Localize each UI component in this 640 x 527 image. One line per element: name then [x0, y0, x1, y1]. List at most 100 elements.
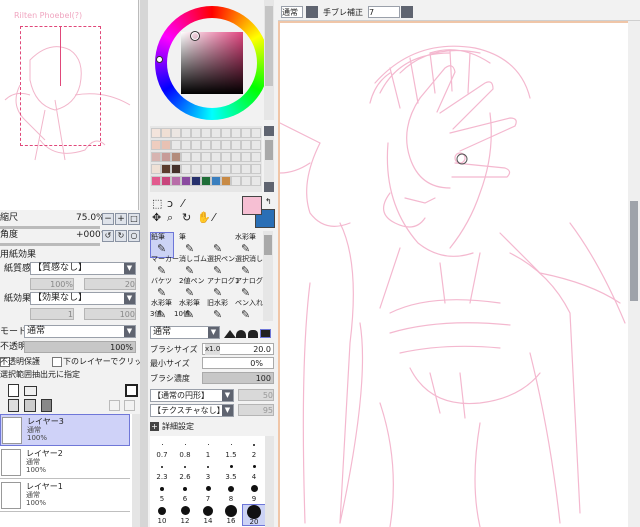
- zoom-out-button[interactable]: −: [102, 213, 114, 225]
- palette-swatch[interactable]: [161, 164, 171, 174]
- palette-swatch[interactable]: [161, 128, 171, 138]
- palette-swatch[interactable]: [211, 152, 221, 162]
- color-picker-cursor[interactable]: [190, 31, 200, 41]
- layer-list-scrollbar[interactable]: [132, 414, 140, 527]
- layer-panel-toggle-icon[interactable]: [125, 384, 138, 397]
- palette-swatch[interactable]: [211, 128, 221, 138]
- saturation-value-square[interactable]: [181, 32, 243, 94]
- stroke-mode-select[interactable]: 通常: [281, 6, 303, 18]
- palette-swatch[interactable]: [191, 152, 201, 162]
- palette-swatch[interactable]: [201, 140, 211, 150]
- stabilizer-value[interactable]: 7: [368, 6, 400, 18]
- layer-opacity-slider[interactable]: 100%: [24, 341, 136, 353]
- angle-slider[interactable]: [0, 243, 100, 246]
- tool-inking-pen[interactable]: ペン入れ ✎: [234, 298, 263, 324]
- palette-swatch[interactable]: [181, 176, 191, 186]
- palette-swatch[interactable]: [241, 140, 251, 150]
- brush-size-preset[interactable]: 10: [150, 504, 174, 526]
- trash-icon[interactable]: [41, 399, 52, 412]
- palette-swatch[interactable]: [161, 140, 171, 150]
- palette-swatch[interactable]: [191, 164, 201, 174]
- rotate-reset-button[interactable]: ○: [128, 230, 140, 242]
- brush-size-field[interactable]: x1.0 20.0: [202, 343, 274, 355]
- stroke-mode-dropdown[interactable]: [306, 6, 318, 18]
- palette-swatch[interactable]: [181, 152, 191, 162]
- zoom-icon[interactable]: ⌕: [167, 212, 173, 223]
- brush-size-preset[interactable]: 1.5: [219, 438, 243, 460]
- clip-checkbox[interactable]: [52, 357, 62, 367]
- palette-swatch[interactable]: [151, 152, 161, 162]
- min-size-field[interactable]: 0%: [202, 357, 274, 369]
- zoom-reset-button[interactable]: □: [128, 213, 140, 225]
- palette-swatch[interactable]: [181, 140, 191, 150]
- palette-swatch[interactable]: [251, 140, 261, 150]
- palette-swatch[interactable]: [231, 152, 241, 162]
- paper-texture-select[interactable]: 【質感なし】 ▼: [30, 262, 136, 275]
- brush-size-preset[interactable]: 3.5: [219, 460, 243, 482]
- primary-color-swatch[interactable]: [242, 196, 262, 215]
- advanced-settings-toggle[interactable]: + 詳細設定: [150, 421, 230, 433]
- palette-swatch[interactable]: [221, 128, 231, 138]
- palette-swatch[interactable]: [191, 176, 201, 186]
- brush-size-preset[interactable]: 5: [150, 482, 174, 504]
- palette-swatch[interactable]: [181, 128, 191, 138]
- transfer-down-icon[interactable]: [8, 399, 19, 412]
- palette-swatch[interactable]: [221, 140, 231, 150]
- palette-swatch[interactable]: [241, 164, 251, 174]
- canvas-scrollbar[interactable]: [628, 21, 640, 527]
- palette-swatch[interactable]: [231, 164, 241, 174]
- palette-swatch[interactable]: [181, 164, 191, 174]
- brush-size-preset[interactable]: 6: [173, 482, 197, 504]
- palette-swatch[interactable]: [211, 176, 221, 186]
- palette-swatch[interactable]: [171, 140, 181, 150]
- palette-swatch[interactable]: [151, 140, 161, 150]
- palette-swatch[interactable]: [201, 176, 211, 186]
- rotate-icon[interactable]: ↻: [182, 212, 191, 223]
- brush-shape-select[interactable]: 【通常の円形】 ▼: [150, 389, 234, 402]
- brush-size-preset[interactable]: 0.8: [173, 438, 197, 460]
- palette-swatch[interactable]: [241, 176, 251, 186]
- rotate-left-button[interactable]: ↺: [102, 230, 114, 242]
- palette-swatch[interactable]: [201, 128, 211, 138]
- rect-select-icon[interactable]: ⬚: [152, 198, 162, 209]
- palette-swatch[interactable]: [191, 140, 201, 150]
- tool-scroll-thumb[interactable]: [264, 235, 272, 255]
- palette-swatch[interactable]: [221, 176, 231, 186]
- palette-swatch[interactable]: [251, 152, 261, 162]
- palette-swatch[interactable]: [251, 128, 261, 138]
- layer-mode-select[interactable]: 通常 ▼: [24, 325, 136, 338]
- palette-swatch[interactable]: [171, 152, 181, 162]
- paper-value-b[interactable]: 20: [84, 278, 136, 290]
- brush-texture-select[interactable]: 【テクスチャなし】 ▼: [150, 404, 234, 417]
- brush-size-preset[interactable]: 7: [196, 482, 220, 504]
- layer-row[interactable]: レイヤー2 通常 100%: [0, 447, 130, 479]
- brush-size-preset[interactable]: 2.6: [173, 460, 197, 482]
- canvas-scroll-thumb[interactable]: [630, 201, 638, 301]
- zoom-in-button[interactable]: +: [115, 213, 127, 225]
- palette-swatch[interactable]: [151, 176, 161, 186]
- brush-edge-shapes[interactable]: [224, 326, 274, 339]
- tool-old-watercolor[interactable]: 旧水彩 ✎: [206, 298, 230, 324]
- palette-swatch[interactable]: [221, 152, 231, 162]
- lasso-icon[interactable]: ↄ: [167, 198, 173, 209]
- brush-texture-strength[interactable]: 95: [238, 404, 274, 416]
- palette-swatch[interactable]: [231, 176, 241, 186]
- palette-swatch[interactable]: [171, 176, 181, 186]
- swap-colors-icon[interactable]: ↰: [265, 196, 272, 207]
- palette-swatch[interactable]: [221, 164, 231, 174]
- brush-size-preset[interactable]: 9: [242, 482, 266, 504]
- brush-size-preset[interactable]: 8: [219, 482, 243, 504]
- brush-size-preset[interactable]: 2: [242, 438, 266, 460]
- brush-size-preset[interactable]: 1: [196, 438, 220, 460]
- palette-swatch[interactable]: [211, 140, 221, 150]
- swatch-scroll-thumb[interactable]: [265, 140, 273, 160]
- palette-swatch[interactable]: [251, 164, 261, 174]
- swatch-scroll-down[interactable]: [264, 182, 274, 192]
- move-icon[interactable]: ✥: [152, 212, 161, 223]
- color-panel-scroll-thumb[interactable]: [265, 6, 273, 86]
- effect-select[interactable]: 【効果なし】 ▼: [30, 292, 136, 305]
- brush-mode-select[interactable]: 通常 ▼: [150, 326, 220, 339]
- paper-value-a[interactable]: 100%: [30, 278, 74, 290]
- palette-swatch[interactable]: [241, 128, 251, 138]
- zoom-slider[interactable]: [0, 226, 100, 229]
